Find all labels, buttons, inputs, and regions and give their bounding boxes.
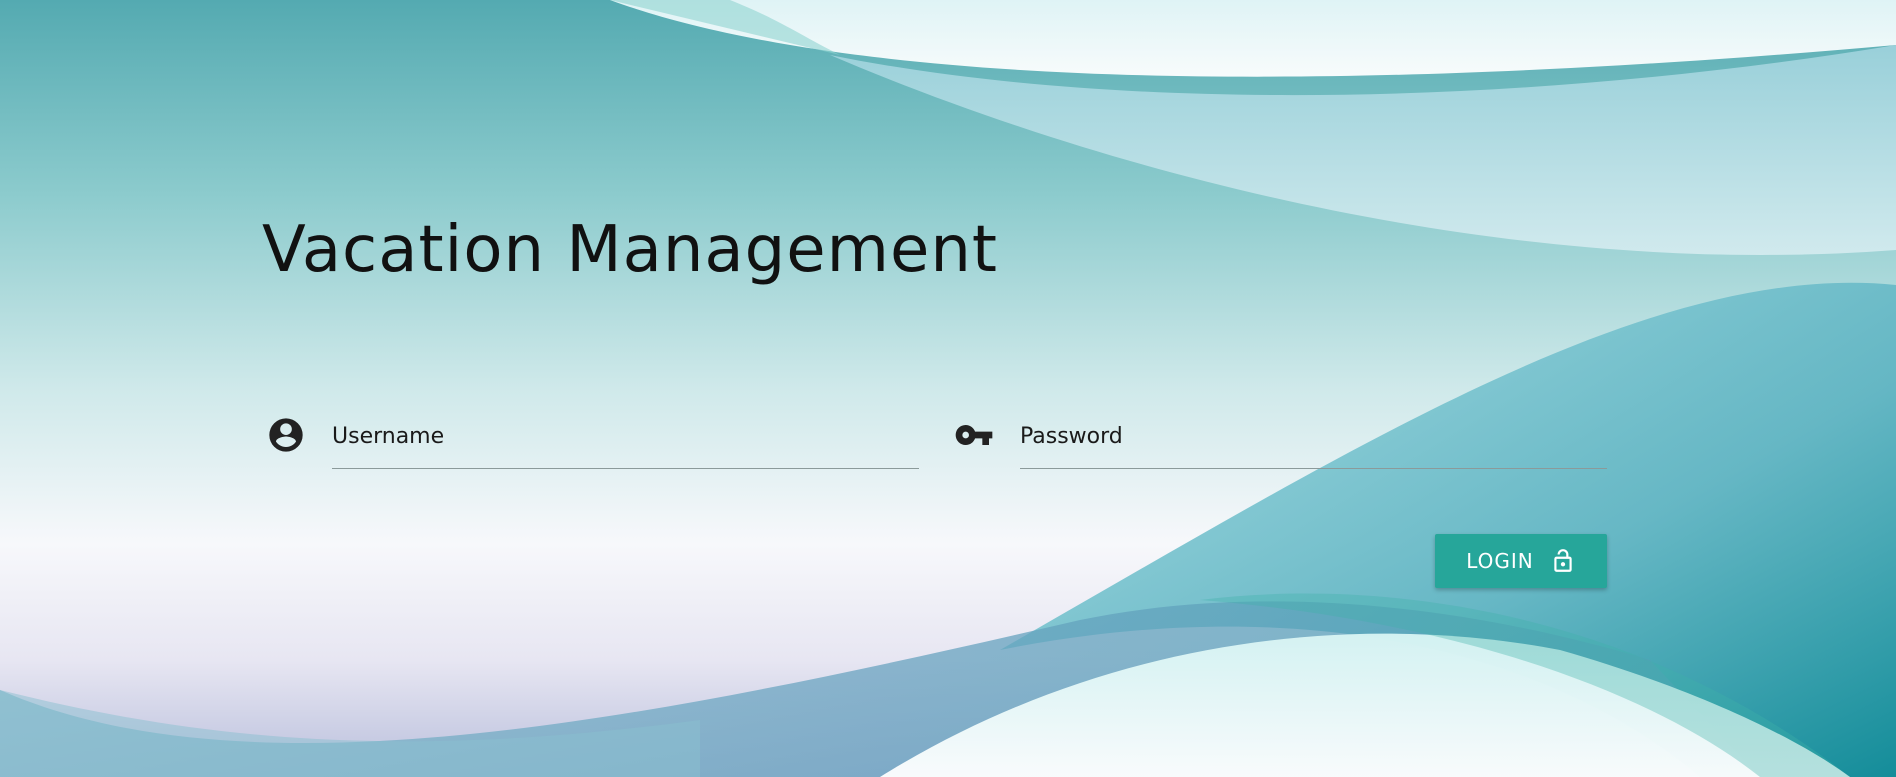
password-input-wrapper	[1020, 412, 1607, 469]
password-field	[954, 412, 1607, 470]
wave-background	[0, 0, 1896, 777]
account-circle-icon	[266, 415, 306, 455]
password-input[interactable]	[1020, 422, 1607, 450]
login-page: Vacation Management LOGIN	[0, 0, 1896, 777]
username-input-wrapper	[332, 412, 919, 469]
username-field	[266, 412, 919, 470]
page-title: Vacation Management	[262, 213, 998, 287]
key-icon	[954, 415, 994, 455]
username-input[interactable]	[332, 422, 919, 450]
login-button[interactable]: LOGIN	[1435, 534, 1607, 588]
login-button-label: LOGIN	[1466, 549, 1534, 573]
lock-open-icon	[1550, 548, 1576, 574]
